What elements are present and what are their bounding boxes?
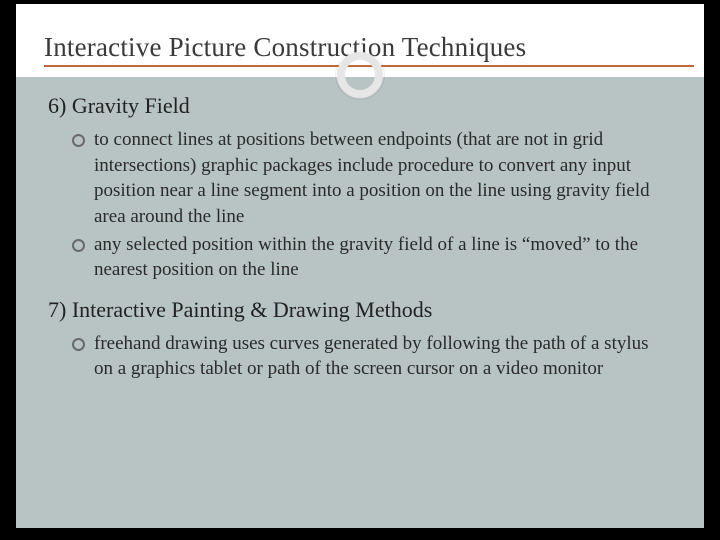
bullet-list: freehand drawing uses curves generated b… [72,331,672,382]
section-heading: 7) Interactive Painting & Drawing Method… [48,297,672,323]
list-item: to connect lines at positions between en… [72,127,672,230]
ring-decoration-icon [337,52,383,98]
bullet-list: to connect lines at positions between en… [72,127,672,283]
slide: Interactive Picture Construction Techniq… [16,4,704,528]
header: Interactive Picture Construction Techniq… [16,4,704,77]
list-item: any selected position within the gravity… [72,232,672,283]
slide-body: 6) Gravity Field to connect lines at pos… [16,77,704,408]
list-item: freehand drawing uses curves generated b… [72,331,672,382]
